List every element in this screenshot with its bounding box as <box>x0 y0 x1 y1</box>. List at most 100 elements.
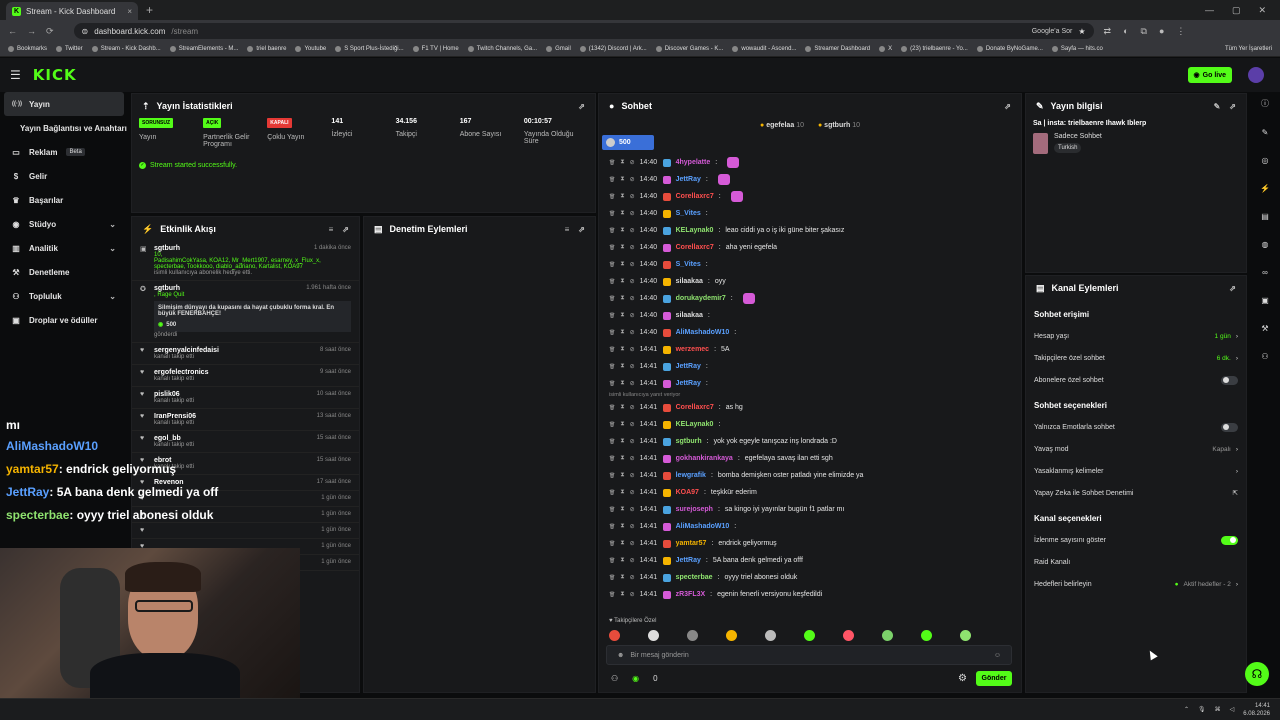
delete-icon[interactable]: 🗑 <box>609 330 615 336</box>
delete-icon[interactable]: 🗑 <box>609 575 615 581</box>
site-info-icon[interactable]: ⊜ <box>82 27 89 36</box>
raid-row[interactable]: Raid Kanalı <box>1026 551 1246 573</box>
volume-icon[interactable]: ◁ <box>1230 706 1235 713</box>
bookmark-item[interactable]: Twitter <box>56 46 83 52</box>
chat-icon[interactable]: ◍ <box>1262 240 1269 249</box>
emote-icon[interactable] <box>726 630 737 641</box>
mic-icon[interactable]: 🎙 <box>1198 706 1206 713</box>
wrench-icon[interactable]: ✎ <box>1262 128 1269 137</box>
timeout-icon[interactable]: ⧗ <box>620 261 624 268</box>
message-username[interactable]: specterbae <box>676 574 713 581</box>
emotes-only-toggle[interactable] <box>1221 422 1238 432</box>
emote-icon[interactable] <box>843 630 854 641</box>
extension-icon[interactable]: ⇄ <box>1104 26 1112 37</box>
bookmark-item[interactable]: Gmail <box>546 46 571 52</box>
edit-icon[interactable]: ✎ <box>1214 102 1221 111</box>
delete-icon[interactable]: 🗑 <box>609 592 615 598</box>
message-username[interactable]: AliMashadoW10 <box>676 329 730 336</box>
ban-icon[interactable]: ⊘ <box>630 489 635 496</box>
delete-icon[interactable]: 🗑 <box>609 160 615 166</box>
bookmark-item[interactable]: Twitch Channels, Ga... <box>467 46 537 52</box>
ban-icon[interactable]: ⊘ <box>630 380 635 387</box>
message-username[interactable]: JettRay <box>676 557 701 564</box>
network-icon[interactable]: ⌘ <box>1215 706 1221 713</box>
ban-icon[interactable]: ⊘ <box>630 244 635 251</box>
settings-gear-icon[interactable]: ⚙ <box>958 673 967 684</box>
ban-icon[interactable]: ⊘ <box>630 455 635 462</box>
bookmark-item[interactable]: S Sport Plus-İstediği... <box>335 46 404 52</box>
bookmark-item[interactable]: X <box>879 46 892 52</box>
bookmark-item[interactable]: F1 TV | Home <box>412 46 459 52</box>
sidebar-item[interactable]: ◉ Stüdyo ⌄ <box>0 212 128 236</box>
emote-icon[interactable] <box>921 630 932 641</box>
timeout-icon[interactable]: ⧗ <box>620 193 624 200</box>
hamburger-menu-icon[interactable]: ☰ <box>10 68 21 82</box>
sidebar-item[interactable]: ⚇ Topluluk ⌄ <box>0 284 128 308</box>
message-username[interactable]: surejoseph <box>676 506 713 513</box>
browser-tab[interactable]: K Stream - Kick Dashboard × <box>6 2 138 20</box>
reload-icon[interactable]: ⟳ <box>46 26 54 37</box>
bookmark-item[interactable]: Discover Games - K... <box>655 46 723 52</box>
close-tab-icon[interactable]: × <box>127 7 132 16</box>
ban-icon[interactable]: ⊘ <box>630 574 635 581</box>
timeout-icon[interactable]: ⧗ <box>620 438 624 445</box>
message-username[interactable]: KELaynak0 <box>676 421 714 428</box>
delete-icon[interactable]: 🗑 <box>609 456 615 462</box>
timeout-icon[interactable]: ⧗ <box>620 244 624 251</box>
sidebar-item[interactable]: ♛ Başarılar <box>0 188 128 212</box>
ban-icon[interactable]: ⊘ <box>630 506 635 513</box>
ban-icon[interactable]: ⊘ <box>630 523 635 530</box>
maximize-button[interactable]: ▢ <box>1232 5 1241 16</box>
ai-moderation-row[interactable]: Yapay Zeka ile Sohbet Denetimi ⇱ <box>1026 482 1246 504</box>
timeout-icon[interactable]: ⧗ <box>620 404 624 411</box>
emote-icon[interactable] <box>687 630 698 641</box>
bookmark-item[interactable]: Stream - Kick Dashb... <box>91 46 161 52</box>
timeout-icon[interactable]: ⧗ <box>620 295 624 302</box>
ban-icon[interactable]: ⊘ <box>630 176 635 183</box>
timeout-icon[interactable]: ⧗ <box>620 227 624 234</box>
bookmark-item[interactable]: StreamElements - M... <box>169 46 238 52</box>
message-username[interactable]: lewgrafik <box>676 472 706 479</box>
ban-icon[interactable]: ⊘ <box>630 329 635 336</box>
popout-icon[interactable]: ⇗ <box>1004 102 1011 111</box>
delete-icon[interactable]: 🗑 <box>609 211 615 217</box>
info-icon[interactable]: ⓘ <box>1261 98 1269 109</box>
ban-icon[interactable]: ⊘ <box>630 193 635 200</box>
bookmark-item[interactable]: Donate ByNoGame... <box>976 46 1043 52</box>
message-username[interactable]: JettRay <box>676 176 701 183</box>
extension-icon[interactable]: ⧉ <box>1141 26 1147 37</box>
timeout-icon[interactable]: ⧗ <box>620 540 624 547</box>
ban-icon[interactable]: ⊘ <box>630 363 635 370</box>
bookmark-item[interactable]: Streamer Dashboard <box>805 46 870 52</box>
popout-icon[interactable]: ⇗ <box>1229 284 1236 293</box>
bookmark-item[interactable]: (1342) Discord | Ark... <box>579 46 647 52</box>
ban-icon[interactable]: ⊘ <box>630 540 635 547</box>
delete-icon[interactable]: 🗑 <box>609 296 615 302</box>
clock[interactable]: 14:41 6.08.2026 <box>1243 702 1270 718</box>
delete-icon[interactable]: 🗑 <box>609 439 615 445</box>
message-username[interactable]: JettRay <box>676 363 701 370</box>
hammer-icon[interactable]: ⚒ <box>1261 324 1268 333</box>
delete-icon[interactable]: 🗑 <box>609 381 615 387</box>
ban-icon[interactable]: ⊘ <box>630 210 635 217</box>
menu-dots-icon[interactable]: ⋮ <box>1176 26 1185 37</box>
delete-icon[interactable]: 🗑 <box>609 177 615 183</box>
link-icon[interactable]: ∞ <box>1262 268 1268 277</box>
timeout-icon[interactable]: ⧗ <box>620 346 624 353</box>
timeout-icon[interactable]: ⧗ <box>620 472 624 479</box>
delete-icon[interactable]: 🗑 <box>609 422 615 428</box>
account-age-row[interactable]: Hesap yaşı 1 gün › <box>1026 325 1246 347</box>
delete-icon[interactable]: 🗑 <box>609 473 615 479</box>
delete-icon[interactable]: 🗑 <box>609 262 615 268</box>
message-username[interactable]: silaakaa <box>676 312 703 319</box>
message-username[interactable]: zR3FL3X <box>676 591 706 598</box>
sidebar-item[interactable]: Yayın Bağlantısı ve Anahtarı <box>0 116 128 140</box>
eye-icon[interactable]: ◎ <box>1262 156 1269 165</box>
popout-icon[interactable]: ⇗ <box>342 225 349 234</box>
message-username[interactable]: JettRay <box>676 380 701 387</box>
delete-icon[interactable]: 🗑 <box>609 245 615 251</box>
message-username[interactable]: AliMashadoW10 <box>676 523 730 530</box>
google-sor-button[interactable]: Google'a Sor <box>1032 28 1073 35</box>
ban-icon[interactable]: ⊘ <box>630 346 635 353</box>
sidebar-item[interactable]: ▭ Reklam Beta <box>0 140 128 164</box>
